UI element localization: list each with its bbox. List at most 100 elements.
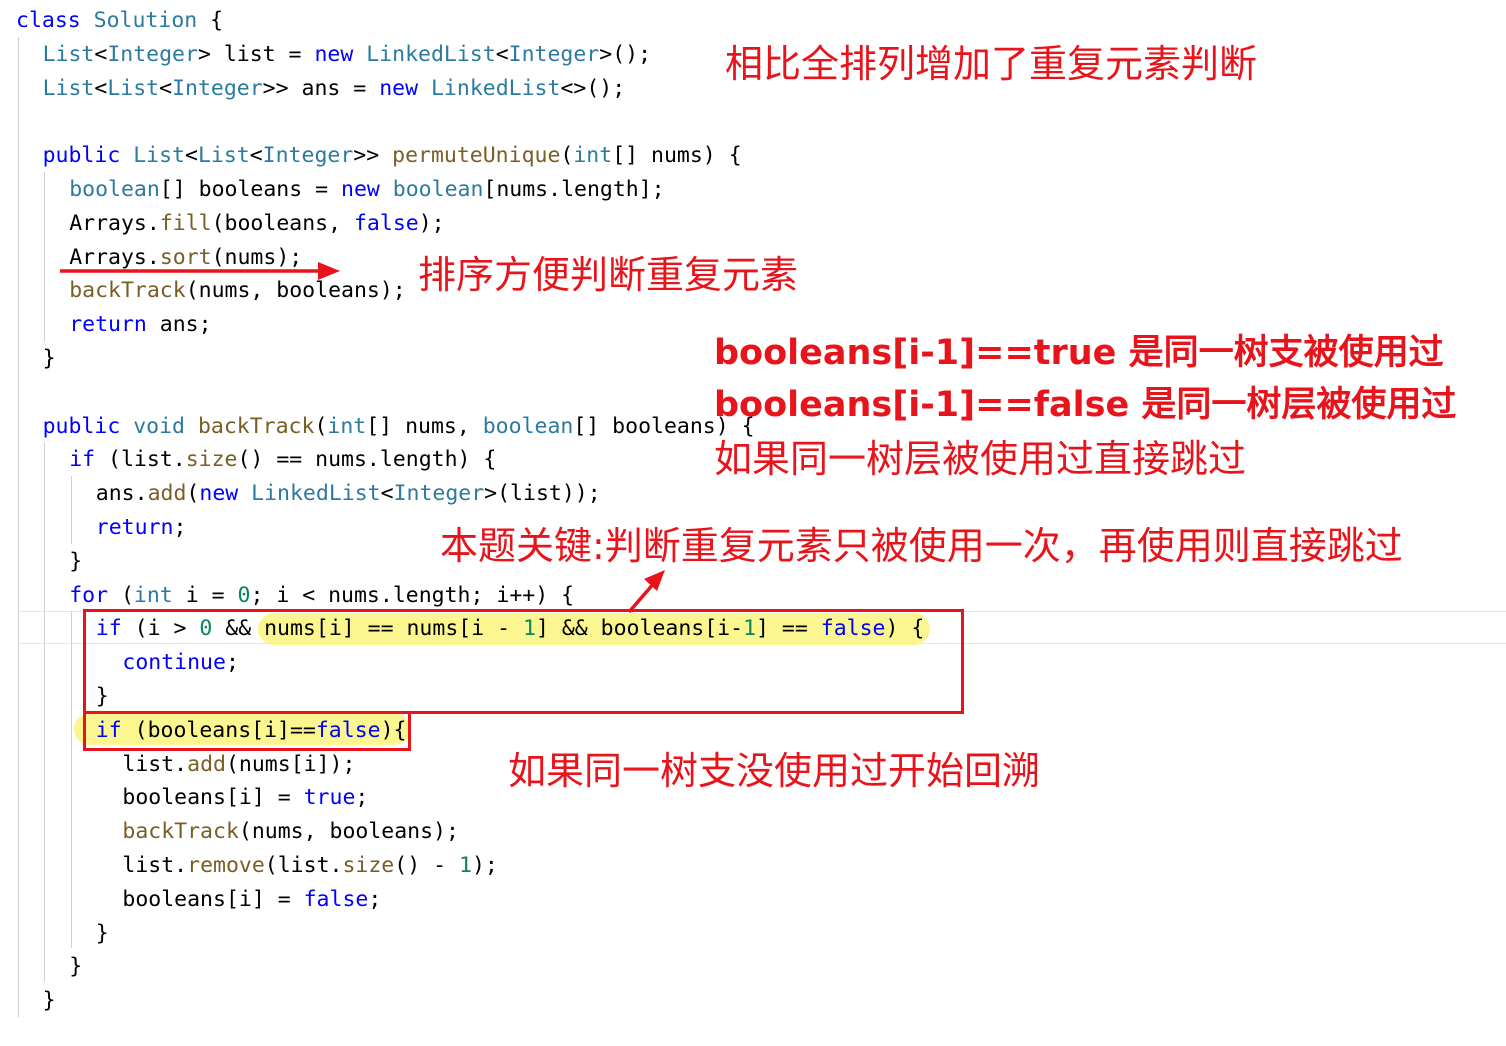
- code-line[interactable]: Arrays.fill(booleans, false);: [69, 207, 444, 241]
- code-token: (: [120, 582, 134, 608]
- code-token: <: [159, 75, 173, 101]
- indent-guide: [18, 37, 19, 1017]
- annotation-branch-note: booleans[i-1]==true 是同一树支被使用过: [714, 333, 1444, 373]
- code-token: sort: [159, 244, 212, 270]
- code-line[interactable]: return ans;: [69, 308, 211, 342]
- code-token: public: [42, 413, 134, 439]
- code-line[interactable]: backTrack(nums, booleans);: [122, 815, 459, 849]
- code-token: (list.: [108, 447, 186, 473]
- code-token: fill: [159, 210, 212, 236]
- code-line[interactable]: public void backTrack(int[] nums, boolea…: [43, 410, 755, 444]
- code-token: LinkedList: [251, 481, 381, 507]
- code-token: remove: [187, 853, 265, 878]
- code-line[interactable]: }: [69, 545, 82, 579]
- code-token: [] nums) {: [612, 143, 742, 169]
- code-line[interactable]: }: [96, 917, 109, 951]
- code-token: add: [147, 481, 187, 507]
- code-token: booleans[i] =: [122, 886, 304, 912]
- code-token: List: [197, 143, 250, 169]
- code-token: <: [495, 41, 509, 67]
- code-line[interactable]: if (list.size() == nums.length) {: [69, 443, 496, 477]
- code-token: false: [353, 210, 419, 236]
- code-token: ans.: [95, 481, 148, 507]
- code-token: new: [341, 177, 393, 202]
- code-token: (nums, booleans);: [238, 819, 459, 845]
- code-token: }: [42, 988, 56, 1014]
- code-token: (: [560, 143, 574, 169]
- code-token: ;: [368, 886, 382, 912]
- code-token: (booleans,: [211, 210, 354, 236]
- code-token: boolean: [392, 177, 484, 202]
- code-token: () -: [394, 853, 459, 878]
- code-token: ;: [355, 785, 369, 811]
- code-line[interactable]: Arrays.sort(nums);: [69, 241, 302, 275]
- code-token: public: [42, 143, 134, 169]
- code-token: >();: [599, 41, 652, 67]
- code-token: return: [95, 515, 174, 540]
- annotation-backtrack-note: 如果同一树支没使用过开始回溯: [508, 749, 1041, 793]
- code-token: Integer: [262, 143, 354, 169]
- code-line[interactable]: for (int i = 0; i < nums.length; i++) {: [69, 579, 574, 613]
- code-token: void: [133, 413, 198, 439]
- code-line[interactable]: booleans[i] = true;: [122, 781, 368, 815]
- indent-guide: [71, 476, 72, 544]
- annotation-title-note: 相比全排列增加了重复元素判断: [725, 42, 1258, 86]
- code-token: ans: [301, 75, 341, 101]
- code-line[interactable]: List<List<Integer>> ans = new LinkedList…: [43, 72, 626, 106]
- code-token: list.: [122, 751, 188, 777]
- code-token: Solution: [93, 8, 198, 33]
- code-token: [] nums,: [366, 413, 483, 439]
- code-line[interactable]: booleans[i] = false;: [122, 883, 381, 917]
- code-line[interactable]: }: [69, 950, 82, 984]
- code-line[interactable]: list.remove(list.size() - 1);: [122, 849, 497, 883]
- code-line[interactable]: class Solution {: [16, 4, 223, 38]
- code-line[interactable]: boolean[] booleans = new boolean[nums.le…: [69, 173, 664, 207]
- code-token: (nums);: [211, 244, 303, 270]
- code-token: Integer: [508, 41, 600, 67]
- code-line[interactable]: }: [43, 984, 56, 1018]
- code-token: booleans[i] =: [122, 785, 304, 811]
- code-token: backTrack: [122, 819, 239, 845]
- code-line[interactable]: public List<List<Integer>> permuteUnique…: [43, 139, 742, 173]
- indent-guide: [71, 611, 72, 948]
- code-token: (: [314, 413, 328, 439]
- code-token: size: [342, 853, 395, 878]
- code-token: Integer: [172, 75, 263, 101]
- code-token: LinkedList: [430, 75, 561, 101]
- code-token: 0: [237, 582, 251, 608]
- unused-check-box: [83, 711, 411, 751]
- code-line[interactable]: }: [43, 342, 56, 376]
- code-token: .: [146, 244, 160, 270]
- code-token: list: [223, 41, 276, 67]
- code-line[interactable]: backTrack(nums, booleans);: [69, 274, 406, 308]
- code-line[interactable]: List<Integer> list = new LinkedList<Inte…: [43, 38, 651, 72]
- indent-guide: [44, 172, 45, 342]
- code-token: List: [42, 41, 95, 67]
- code-token: }: [42, 346, 56, 371]
- annotation-sort-note: 排序方便判断重复元素: [418, 253, 799, 297]
- code-token: >(list));: [484, 481, 601, 507]
- code-token: {: [197, 8, 224, 33]
- annotation-level-note: booleans[i-1]==false 是同一树层被使用过: [714, 385, 1457, 425]
- code-token: =: [340, 75, 380, 101]
- code-token: for: [69, 582, 121, 608]
- code-token: permuteUnique: [392, 143, 561, 169]
- code-token: int: [573, 143, 613, 169]
- code-token: >: [197, 41, 224, 67]
- code-token: <: [94, 41, 108, 67]
- code-token: true: [303, 785, 356, 811]
- code-line[interactable]: list.add(nums[i]);: [122, 748, 355, 782]
- code-token: 1: [458, 853, 472, 878]
- code-token: add: [187, 751, 226, 777]
- code-token: [] booleans =: [159, 177, 342, 202]
- code-token: (nums, booleans);: [185, 278, 406, 304]
- code-token: LinkedList: [366, 41, 496, 67]
- code-token: int: [327, 413, 367, 439]
- code-token: backTrack: [69, 278, 186, 304]
- code-line[interactable]: ans.add(new LinkedList<Integer>(list));: [96, 477, 601, 511]
- code-token: class: [16, 8, 94, 33]
- code-token: =: [275, 41, 315, 67]
- code-line[interactable]: return;: [96, 511, 187, 545]
- code-token: (list.: [264, 853, 343, 878]
- code-token: List: [107, 75, 160, 101]
